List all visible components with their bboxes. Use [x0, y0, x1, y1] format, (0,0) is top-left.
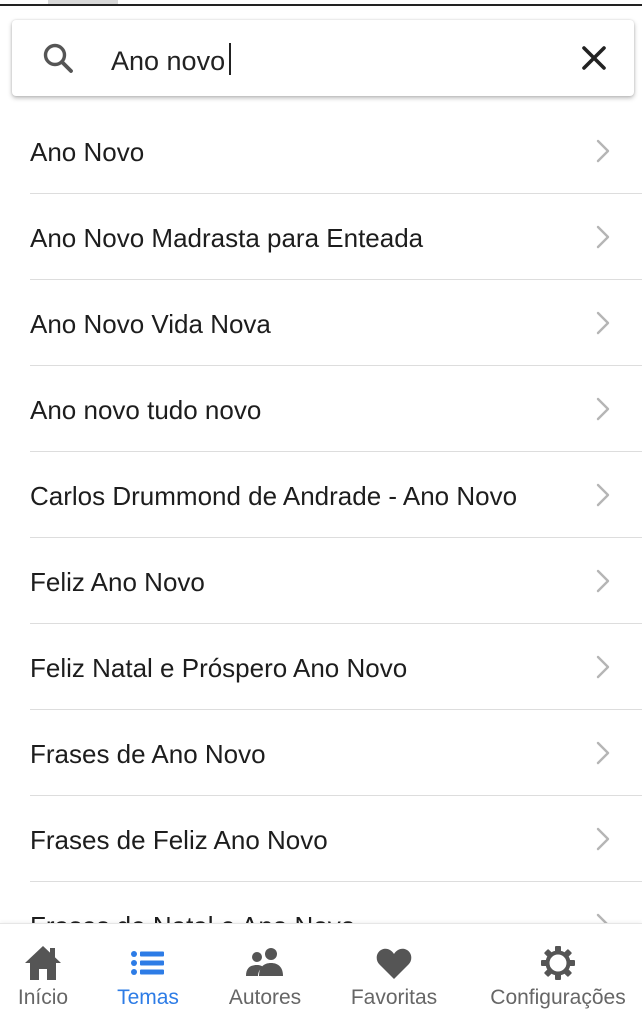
chevron-right-icon	[596, 397, 610, 421]
chevron-right-icon	[596, 311, 610, 335]
nav-label: Configurações	[490, 986, 626, 1009]
list-item-label: Frases de Feliz Ano Novo	[30, 825, 328, 855]
nav-label: Autores	[228, 986, 302, 1009]
chevron-right-icon	[596, 483, 610, 507]
chevron-right-icon	[596, 655, 610, 679]
chevron-right-icon	[596, 913, 608, 923]
bottom-navigation: Início Temas Autores Favoritas Configura…	[0, 923, 642, 1024]
list-item-label: Ano novo tudo novo	[30, 395, 262, 425]
chevron-right-icon	[596, 225, 610, 249]
chevron-right-icon	[596, 741, 610, 765]
chevron-right-icon	[596, 569, 610, 593]
results-list: Ano Novo Ano Novo Madrasta para Enteada …	[0, 108, 642, 923]
top-edge	[0, 0, 642, 6]
text-caret	[229, 43, 232, 75]
list-item-label: Feliz Natal e Próspero Ano Novo	[30, 653, 408, 683]
search-input-value: Ano novo	[111, 46, 226, 76]
list-item-label: Feliz Ano Novo	[30, 567, 205, 597]
list-item-label: Frases de Natal e Ano Novo	[30, 882, 355, 923]
list-item-label: Frases de Ano Novo	[30, 739, 266, 769]
list-item[interactable]: Frases de Feliz Ano Novo	[30, 796, 642, 882]
list-item-label: Ano Novo Vida Nova	[30, 309, 271, 339]
list-item[interactable]: Frases de Natal e Ano Novo	[30, 882, 642, 923]
list-item[interactable]: Feliz Ano Novo	[30, 538, 642, 624]
clear-search-button[interactable]	[574, 38, 614, 78]
list-item[interactable]: Ano Novo	[30, 108, 642, 194]
chevron-right-icon	[596, 139, 610, 163]
list-item[interactable]: Ano novo tudo novo	[30, 366, 642, 452]
list-icon	[131, 951, 164, 975]
top-edge-tab	[48, 0, 118, 4]
list-item-label: Carlos Drummond de Andrade - Ano Novo	[30, 481, 518, 511]
list-item[interactable]: Carlos Drummond de Andrade - Ano Novo	[30, 452, 642, 538]
nav-item-favoritas[interactable]: Favoritas	[340, 924, 448, 1024]
nav-item-autores[interactable]: Autores	[215, 924, 315, 1024]
nav-label: Início	[17, 986, 69, 1009]
nav-item-temas[interactable]: Temas	[100, 924, 196, 1024]
home-icon	[25, 946, 61, 980]
list-item[interactable]: Ano Novo Madrasta para Enteada	[30, 194, 642, 280]
people-icon	[246, 948, 283, 976]
nav-item-configuracoes[interactable]: Configurações	[478, 924, 638, 1024]
heart-icon	[376, 948, 412, 979]
list-item-label: Ano Novo	[30, 137, 145, 167]
search-input[interactable]: Ano novo	[111, 43, 232, 77]
close-icon	[582, 46, 606, 70]
list-item[interactable]: Feliz Natal e Próspero Ano Novo	[30, 624, 642, 710]
list-item[interactable]: Ano Novo Vida Nova	[30, 280, 642, 366]
search-bar: Ano novo	[12, 20, 634, 96]
search-icon	[42, 42, 74, 74]
nav-label: Temas	[117, 986, 179, 1009]
chevron-right-icon	[596, 827, 610, 851]
app-screen: Ano novo Ano Novo Ano Novo Madrasta para…	[0, 0, 642, 1024]
nav-label: Favoritas	[350, 986, 438, 1009]
list-item-label: Ano Novo Madrasta para Enteada	[30, 223, 424, 253]
list-item[interactable]: Frases de Ano Novo	[30, 710, 642, 796]
gear-icon	[541, 946, 575, 980]
nav-item-inicio[interactable]: Início	[0, 924, 86, 1024]
